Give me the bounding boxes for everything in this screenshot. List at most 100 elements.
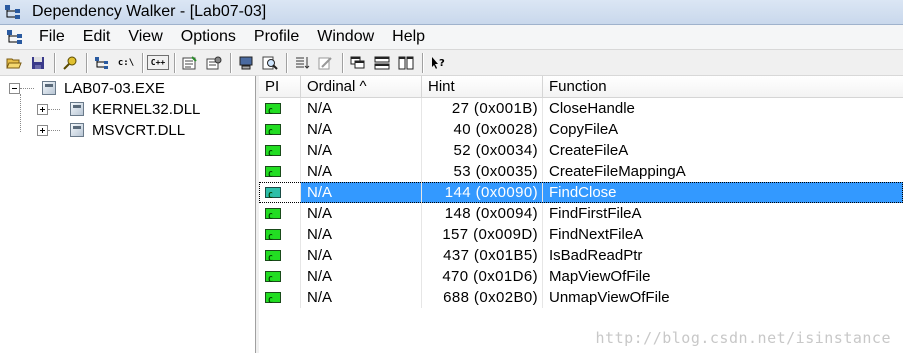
system-info-button[interactable] xyxy=(179,52,201,73)
print-button[interactable] xyxy=(235,52,257,73)
list-check-icon xyxy=(182,55,197,69)
full-paths-button[interactable]: c:\ xyxy=(115,52,137,73)
table-row[interactable]: N/A 148 (0x0094) FindFirstFileA xyxy=(259,203,903,224)
tree-item-root[interactable]: LAB07-03.EXE xyxy=(9,78,165,98)
app-tree-icon xyxy=(4,4,22,20)
hint-cell: 27 (0x001B) xyxy=(422,98,543,119)
toolbar: c:\ C++ ? xyxy=(0,49,903,76)
import-function-icon xyxy=(265,206,281,224)
child-window-tree-icon[interactable] xyxy=(6,29,24,45)
table-row[interactable]: N/A 40 (0x0028) CopyFileA xyxy=(259,119,903,140)
computer-icon xyxy=(239,56,253,69)
sort-button[interactable] xyxy=(291,52,313,73)
column-header-hint[interactable]: Hint xyxy=(422,76,543,98)
import-function-icon xyxy=(265,122,281,140)
expand-icon[interactable] xyxy=(37,124,48,136)
ordinal-cell: N/A xyxy=(301,182,422,203)
table-row[interactable]: N/A 27 (0x001B) CloseHandle xyxy=(259,98,903,119)
function-cell: UnmapViewOfFile xyxy=(549,289,670,306)
toolbar-separator xyxy=(422,52,424,73)
undecorate-cpp-button[interactable]: C++ xyxy=(147,55,169,70)
table-row[interactable]: N/A 688 (0x02B0) UnmapViewOfFile xyxy=(259,287,903,308)
menu-window[interactable]: Window xyxy=(308,26,383,48)
import-function-icon xyxy=(265,248,281,266)
hint-cell: 148 (0x0094) xyxy=(422,203,543,224)
table-row[interactable]: N/A 157 (0x009D) FindNextFileA xyxy=(259,224,903,245)
sort-list-icon xyxy=(296,56,310,69)
function-cell: FindNextFileA xyxy=(549,226,644,243)
imports-table: PI Ordinal ^ Hint Function N/A 27 (0x001… xyxy=(259,76,903,353)
edit-doc-icon xyxy=(318,56,332,69)
open-button[interactable] xyxy=(3,52,25,73)
ordinal-cell: N/A xyxy=(301,119,422,140)
table-row[interactable]: N/A 437 (0x01B5) IsBadReadPtr xyxy=(259,245,903,266)
ordinal-cell: N/A xyxy=(301,98,422,119)
tile-horizontal-icon xyxy=(374,56,390,69)
dll-module-icon xyxy=(70,102,84,116)
function-cell: CreateFileA xyxy=(549,142,629,159)
svg-text:?: ? xyxy=(439,58,445,69)
table-rows: N/A 27 (0x001B) CloseHandle N/A 40 (0x00… xyxy=(259,98,903,308)
toolbar-separator xyxy=(286,52,288,73)
toolbar-separator xyxy=(230,52,232,73)
function-cell: CopyFileA xyxy=(549,121,619,138)
expand-icon[interactable] xyxy=(37,103,48,115)
column-header-pi[interactable]: PI xyxy=(259,76,301,98)
menu-options[interactable]: Options xyxy=(172,26,245,48)
table-row[interactable]: N/A 470 (0x01D6) MapViewOfFile xyxy=(259,266,903,287)
cascade-windows-icon xyxy=(350,56,365,68)
tree-item-msvcrt[interactable]: MSVCRT.DLL xyxy=(37,120,185,140)
column-header-function[interactable]: Function xyxy=(543,76,903,98)
tree-item-label: MSVCRT.DLL xyxy=(92,121,186,139)
tree-item-kernel32[interactable]: KERNEL32.DLL xyxy=(37,99,201,119)
dll-module-icon xyxy=(70,123,84,137)
collapse-icon[interactable] xyxy=(9,82,20,94)
menu-file[interactable]: File xyxy=(30,26,74,48)
hint-cell: 470 (0x01D6) xyxy=(422,266,543,287)
find-button[interactable] xyxy=(59,52,81,73)
toolbar-separator xyxy=(142,52,144,73)
menu-profile[interactable]: Profile xyxy=(245,26,308,48)
hint-cell: 688 (0x02B0) xyxy=(422,287,543,308)
module-tree-icon xyxy=(95,56,108,69)
tree-view-button[interactable] xyxy=(91,52,113,73)
hint-cell: 144 (0x0090) xyxy=(422,182,543,203)
table-row[interactable]: N/A 53 (0x0035) CreateFileMappingA xyxy=(259,161,903,182)
tile-vertical-button[interactable] xyxy=(395,52,417,73)
module-tree[interactable]: LAB07-03.EXE KERNEL32.DLL MSVCRT.DLL xyxy=(0,76,256,353)
properties-icon xyxy=(206,56,222,69)
import-function-icon xyxy=(265,269,281,287)
column-header-ordinal[interactable]: Ordinal ^ xyxy=(301,76,422,98)
context-help-button[interactable]: ? xyxy=(427,52,449,73)
toolbar-separator xyxy=(174,52,176,73)
import-function-icon xyxy=(265,143,281,161)
ordinal-cell: N/A xyxy=(301,203,422,224)
tree-connector xyxy=(20,94,21,132)
tile-horizontal-button[interactable] xyxy=(371,52,393,73)
menu-edit[interactable]: Edit xyxy=(74,26,120,48)
edit-button[interactable] xyxy=(315,52,337,73)
ordinal-cell: N/A xyxy=(301,140,422,161)
ordinal-cell: N/A xyxy=(301,266,422,287)
import-function-icon xyxy=(265,164,281,182)
dependency-walker-window: Dependency Walker - [Lab07-03] File Edit… xyxy=(0,0,903,353)
properties-button[interactable] xyxy=(203,52,225,73)
title-bar[interactable]: Dependency Walker - [Lab07-03] xyxy=(0,0,903,25)
table-row[interactable]: N/A 52 (0x0034) CreateFileA xyxy=(259,140,903,161)
save-button[interactable] xyxy=(27,52,49,73)
table-header: PI Ordinal ^ Hint Function xyxy=(259,76,903,98)
ordinal-cell: N/A xyxy=(301,161,422,182)
hint-cell: 157 (0x009D) xyxy=(422,224,543,245)
help-arrow-icon: ? xyxy=(432,56,445,69)
cascade-button[interactable] xyxy=(347,52,369,73)
view-module-button[interactable] xyxy=(259,52,281,73)
menu-view[interactable]: View xyxy=(119,26,171,48)
save-disk-icon xyxy=(32,56,44,69)
menu-help[interactable]: Help xyxy=(383,26,434,48)
toolbar-separator xyxy=(86,52,88,73)
tile-vertical-icon xyxy=(398,56,414,69)
function-cell: FindClose xyxy=(543,182,903,203)
ordinal-cell: N/A xyxy=(301,245,422,266)
exe-module-icon xyxy=(42,81,56,95)
table-row-selected[interactable]: N/A 144 (0x0090) FindClose xyxy=(259,182,903,203)
